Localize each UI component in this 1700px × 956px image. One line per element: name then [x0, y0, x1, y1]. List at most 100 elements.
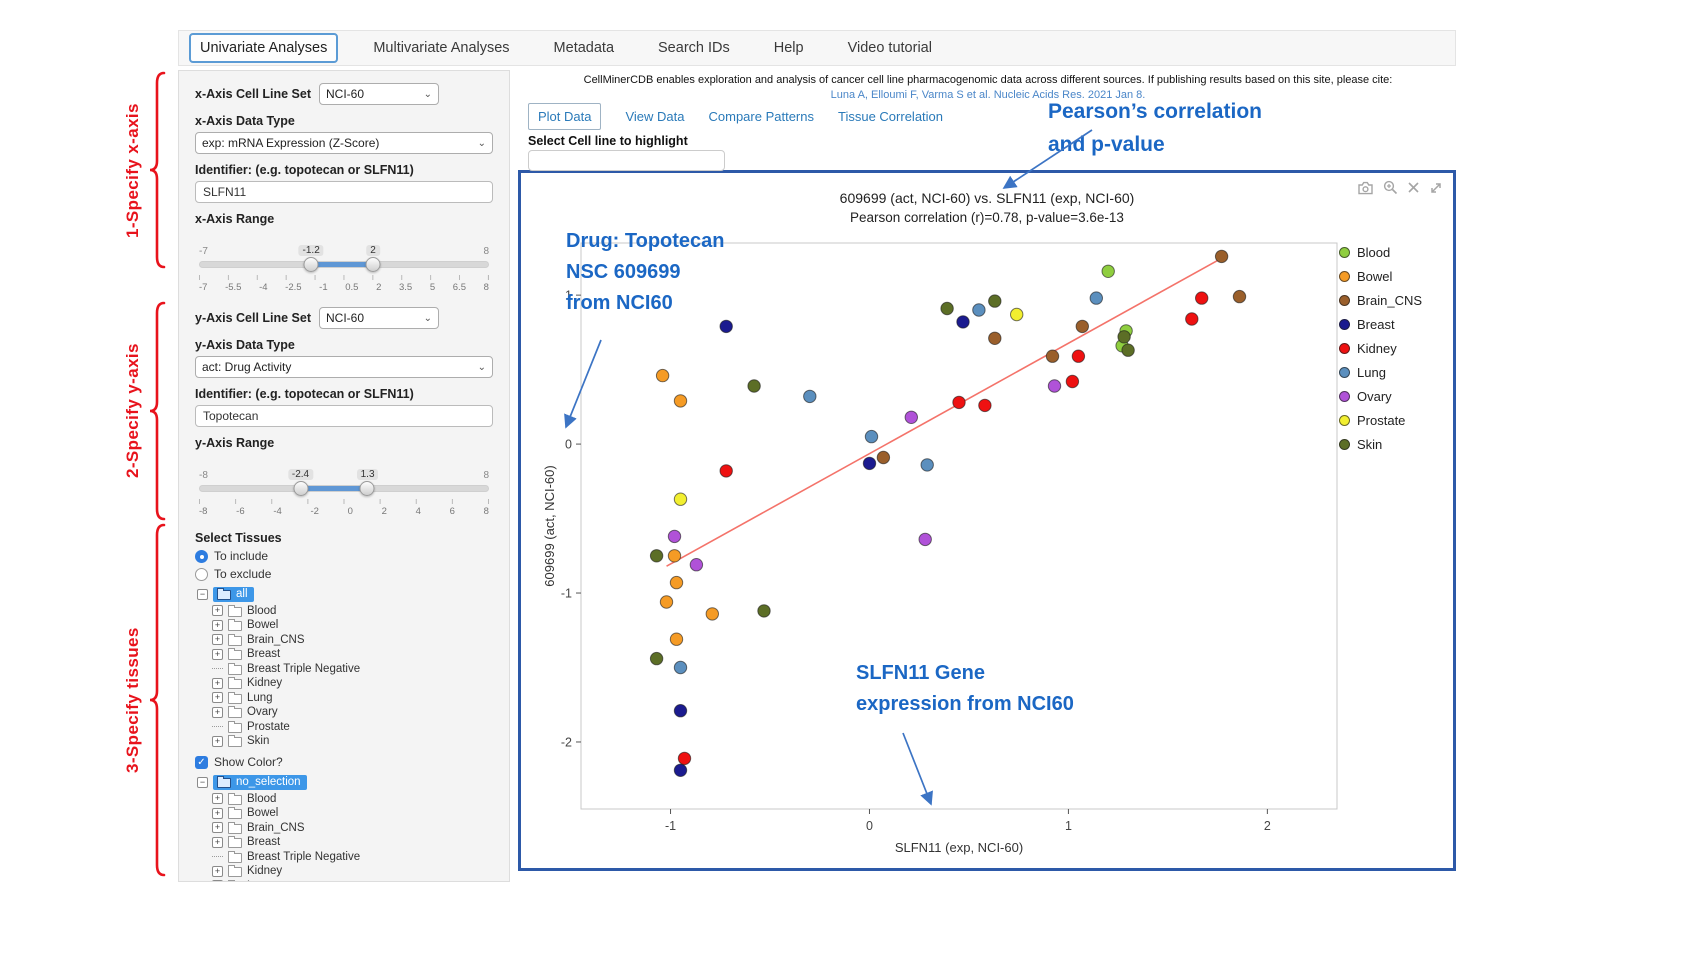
tree-root-no-selection[interactable]: −no_selection: [197, 775, 493, 790]
expand-icon[interactable]: +: [212, 837, 223, 848]
chevron-down-icon: ⌄: [478, 138, 486, 149]
radio-checked-icon[interactable]: [195, 550, 208, 563]
legend-swatch: [1339, 295, 1350, 306]
tree-item-brain-cns[interactable]: + Brain_CNS: [212, 634, 493, 646]
folder-icon: [228, 867, 242, 877]
slider-handle-high[interactable]: [365, 257, 380, 272]
x-data-type-label: x-Axis Data Type: [195, 114, 493, 128]
tab-plot-data[interactable]: Plot Data: [528, 103, 601, 130]
folder-icon: [228, 621, 242, 631]
y-identifier-value: Topotecan: [203, 409, 258, 423]
nav-tab-help[interactable]: Help: [765, 35, 813, 61]
folder-icon: [228, 708, 242, 718]
nav-tab-video-tutorial[interactable]: Video tutorial: [839, 35, 941, 61]
tree-item-prostate[interactable]: Prostate: [212, 721, 493, 733]
show-color-checkbox-row[interactable]: ✓ Show Color?: [195, 755, 493, 769]
tree-item-bowel[interactable]: +Bowel: [212, 619, 493, 631]
expand-icon[interactable]: +: [212, 620, 223, 631]
tree-item-label: Blood: [247, 605, 276, 617]
expand-icon[interactable]: +: [212, 707, 223, 718]
legend-item-brain-cns[interactable]: Brain_CNS: [1339, 293, 1443, 308]
expand-icon[interactable]: +: [212, 605, 223, 616]
checkbox-checked-icon[interactable]: ✓: [195, 756, 208, 769]
collapse-icon[interactable]: −: [197, 777, 208, 788]
radio-unchecked-icon[interactable]: [195, 568, 208, 581]
nav-tab-metadata[interactable]: Metadata: [545, 35, 623, 61]
tree-item-label: Brain_CNS: [247, 634, 305, 646]
legend-item-skin[interactable]: Skin: [1339, 437, 1443, 452]
x-cell-line-set-select[interactable]: NCI-60 ⌄: [319, 83, 439, 105]
radio-to-include[interactable]: To include: [195, 549, 493, 563]
sidebar-controls: x-Axis Cell Line Set NCI-60 ⌄ x-Axis Dat…: [178, 70, 510, 882]
expand-icon[interactable]: +: [212, 678, 223, 689]
tree-item-breast[interactable]: + Breast: [212, 836, 493, 848]
y-identifier-input[interactable]: Topotecan: [195, 405, 493, 427]
close-icon[interactable]: [1407, 181, 1420, 194]
nav-tab-univariate-analyses[interactable]: Univariate Analyses: [189, 33, 338, 63]
collapse-icon[interactable]: −: [197, 589, 208, 600]
slider-tick-labels: -7-5.5-4-2.5-10.523.556.58: [199, 282, 489, 293]
tree-item-breast-triple-negative[interactable]: Breast Triple Negative: [212, 663, 493, 675]
nav-tab-multivariate-analyses[interactable]: Multivariate Analyses: [364, 35, 518, 61]
radio-to-exclude[interactable]: To exclude: [195, 567, 493, 581]
tree-item-bowel[interactable]: +Bowel: [212, 807, 493, 819]
legend-item-kidney[interactable]: Kidney: [1339, 341, 1443, 356]
expand-icon[interactable]: +: [212, 793, 223, 804]
expand-icon[interactable]: +: [212, 649, 223, 660]
legend-item-ovary[interactable]: Ovary: [1339, 389, 1443, 404]
legend-item-prostate[interactable]: Prostate: [1339, 413, 1443, 428]
y-cell-line-set-select[interactable]: NCI-60 ⌄: [319, 307, 439, 329]
highlight-cell-line-input[interactable]: [528, 150, 725, 171]
tree-item-breast[interactable]: +Breast: [212, 648, 493, 660]
legend-label: Blood: [1357, 245, 1390, 260]
show-color-label: Show Color?: [214, 755, 283, 769]
tree-item-ovary[interactable]: +Ovary: [212, 706, 493, 718]
legend-item-bowel[interactable]: Bowel: [1339, 269, 1443, 284]
tree-root-all[interactable]: −all: [197, 587, 493, 602]
legend-item-breast[interactable]: Breast: [1339, 317, 1443, 332]
slider-track[interactable]: [199, 261, 489, 268]
x-data-type-select[interactable]: exp: mRNA Expression (Z-Score) ⌄: [195, 132, 493, 154]
x-identifier-label: Identifier: (e.g. topotecan or SLFN11): [195, 163, 493, 177]
tree-item-skin[interactable]: +Skin: [212, 735, 493, 747]
x-range-slider[interactable]: -78-1.22-7-5.5-4-2.5-10.523.556.58: [199, 246, 489, 293]
zoom-in-icon[interactable]: [1383, 180, 1398, 195]
scatter-plot[interactable]: -1012-2-101SLFN11 (exp, NCI-60)609699 (a…: [537, 237, 1347, 865]
tree-item-kidney[interactable]: +Kidney: [212, 865, 493, 877]
slider-track[interactable]: [199, 485, 489, 492]
legend-item-blood[interactable]: Blood: [1339, 245, 1443, 260]
expand-icon[interactable]: +: [212, 822, 223, 833]
tree-item-blood[interactable]: +Blood: [212, 793, 493, 805]
tree-item-blood[interactable]: + Blood: [212, 605, 493, 617]
slider-handle-high[interactable]: [360, 481, 375, 496]
tree-item-lung[interactable]: +Lung: [212, 692, 493, 704]
tab-compare-patterns[interactable]: Compare Patterns: [709, 109, 815, 124]
tree-item-kidney[interactable]: +Kidney: [212, 677, 493, 689]
y-data-type-select[interactable]: act: Drug Activity ⌄: [195, 356, 493, 378]
tree-item-brain-cns[interactable]: +Brain_CNS: [212, 822, 493, 834]
camera-icon[interactable]: [1357, 181, 1374, 195]
tab-tissue-correlation[interactable]: Tissue Correlation: [838, 109, 943, 124]
y-range-slider[interactable]: -88-2.41.3-8-6-4-202468: [199, 470, 489, 517]
expand-icon[interactable]: +: [212, 880, 223, 882]
expand-icon[interactable]: +: [212, 634, 223, 645]
nav-tab-search-ids[interactable]: Search IDs: [649, 35, 739, 61]
tab-view-data[interactable]: View Data: [625, 109, 684, 124]
legend-item-lung[interactable]: Lung: [1339, 365, 1443, 380]
expand-icon[interactable]: [1429, 181, 1443, 195]
folder-icon: [228, 795, 242, 805]
citation-link[interactable]: Luna A, Elloumi F, Varma S et al. Nuclei…: [520, 89, 1456, 101]
expand-icon[interactable]: +: [212, 692, 223, 703]
x-identifier-input[interactable]: SLFN11: [195, 181, 493, 203]
tree-item-breast-triple-negative[interactable]: Breast Triple Negative: [212, 851, 493, 863]
tree-item-lung[interactable]: +Lung: [212, 880, 493, 883]
tissue-radio-group: To include To exclude: [195, 549, 493, 581]
slider-handle-low[interactable]: [293, 481, 308, 496]
expand-icon[interactable]: +: [212, 866, 223, 877]
expand-icon[interactable]: +: [212, 808, 223, 819]
tree-item-label: Breast: [247, 836, 280, 848]
chevron-down-icon: ⌄: [478, 362, 486, 373]
slider-handle-low[interactable]: [304, 257, 319, 272]
expand-icon[interactable]: +: [212, 736, 223, 747]
chart-legend: Blood Bowel Brain_CNS Breast Kidney Lung Ovary…: [1339, 245, 1443, 452]
